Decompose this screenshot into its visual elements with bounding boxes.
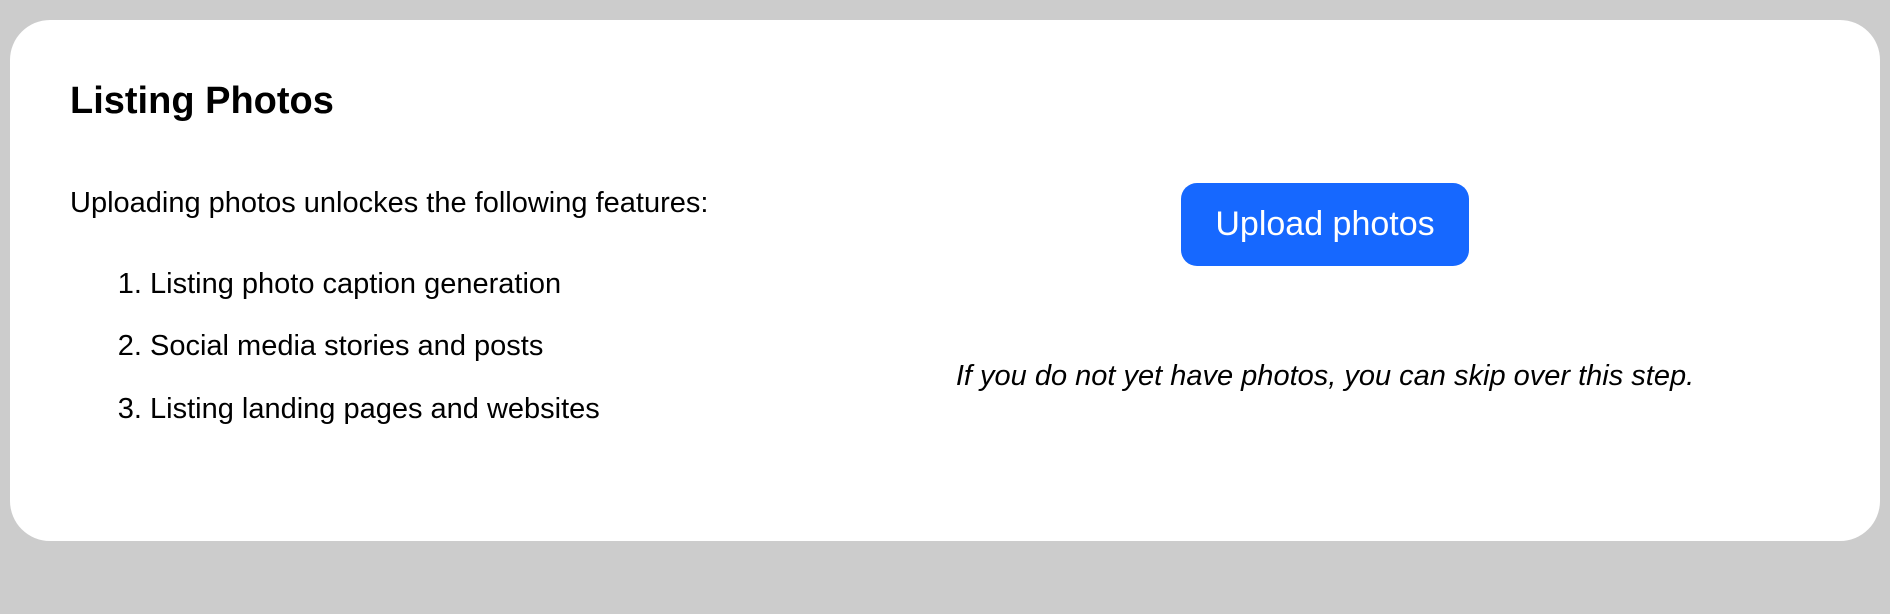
upload-photos-button[interactable]: Upload photos [1181, 183, 1468, 266]
upload-column: Upload photos If you do not yet have pho… [830, 183, 1820, 397]
skip-step-text: If you do not yet have photos, you can s… [956, 356, 1694, 397]
intro-text: Uploading photos unlockes the following … [70, 183, 790, 224]
card-title: Listing Photos [70, 80, 1820, 123]
feature-item: Listing landing pages and websites [150, 389, 790, 430]
features-column: Uploading photos unlockes the following … [70, 183, 790, 451]
feature-list: Listing photo caption generation Social … [70, 264, 790, 430]
feature-item: Social media stories and posts [150, 326, 790, 367]
feature-item: Listing photo caption generation [150, 264, 790, 305]
card-body: Uploading photos unlockes the following … [70, 183, 1820, 451]
listing-photos-card: Listing Photos Uploading photos unlockes… [10, 20, 1880, 541]
